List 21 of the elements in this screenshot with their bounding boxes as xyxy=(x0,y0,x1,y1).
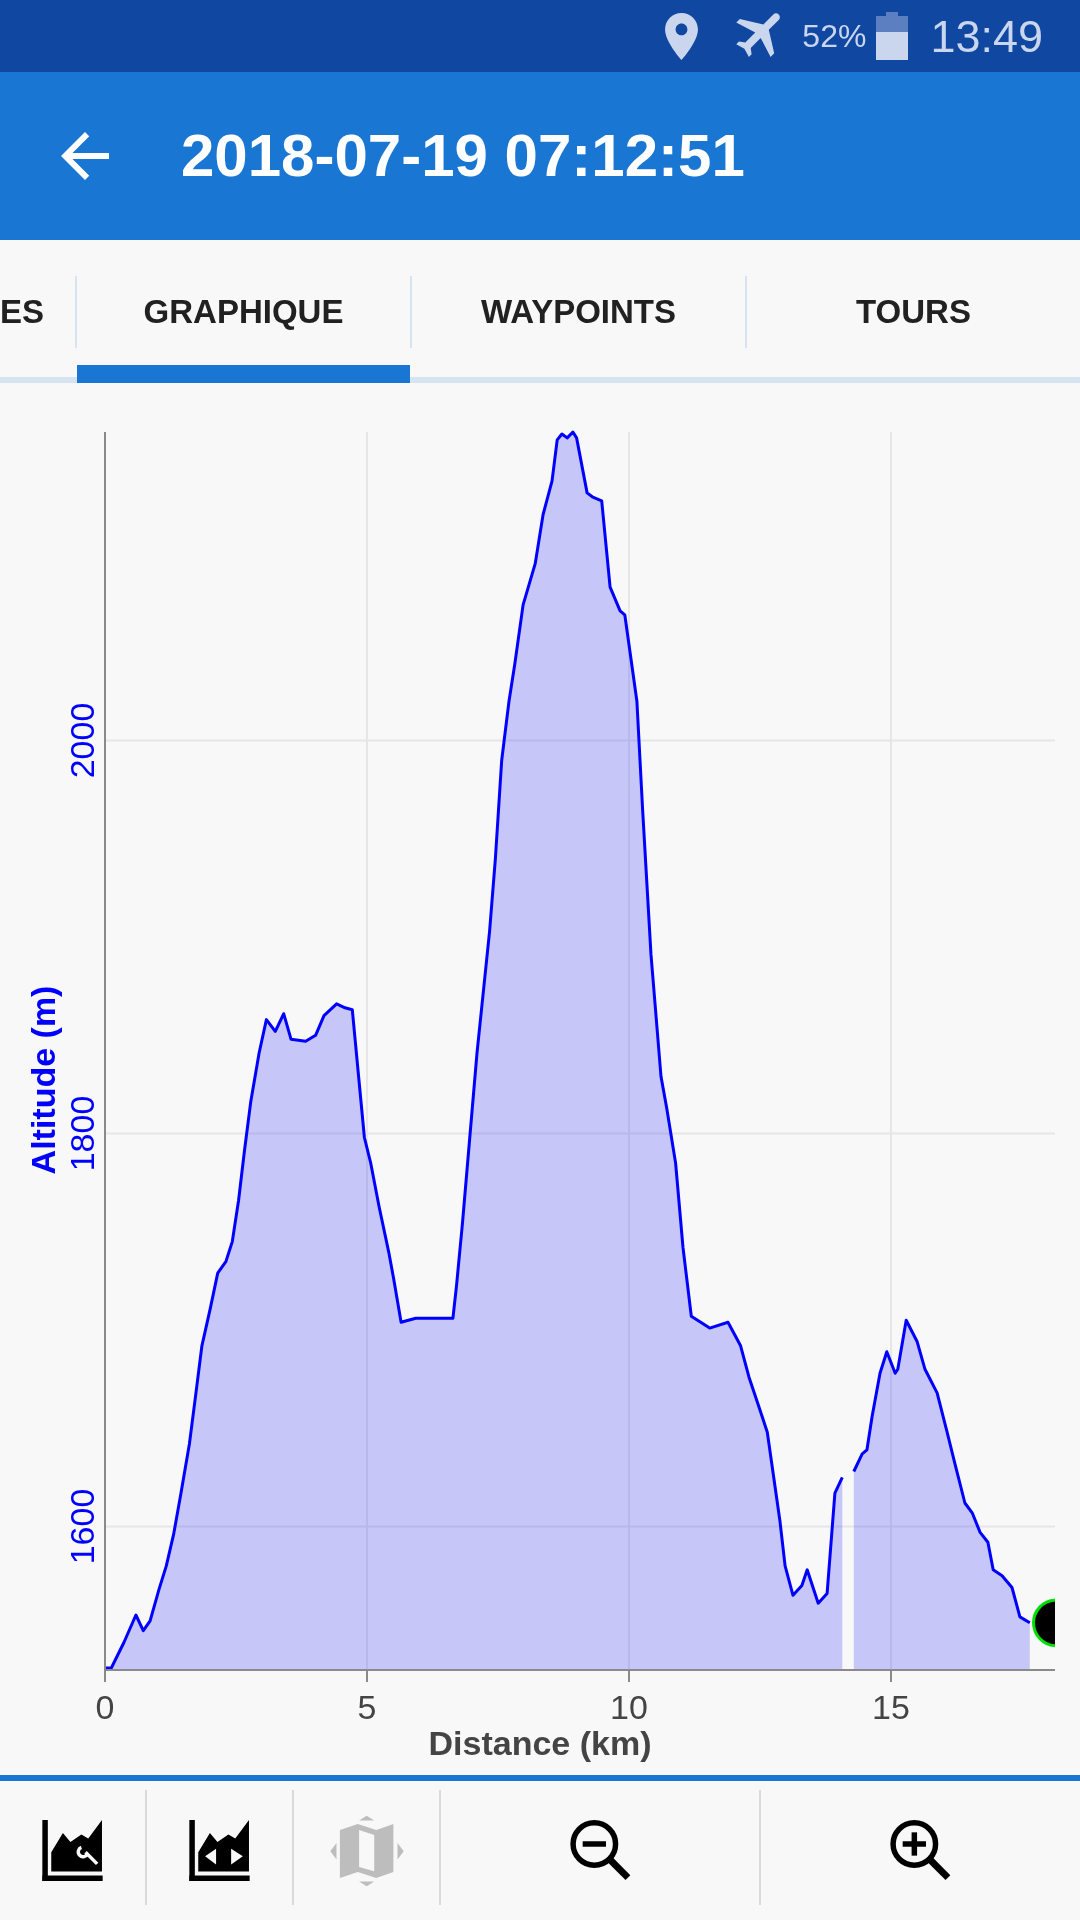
x-tick-label: 5 xyxy=(357,1688,377,1726)
y-tick-label: 1800 xyxy=(63,1095,102,1172)
tab[interactable]: ES xyxy=(0,240,75,383)
tab[interactable]: GRAPHIQUE xyxy=(77,240,410,383)
tab[interactable]: WAYPOINTS xyxy=(412,240,745,383)
y-axis-title: Altitude (m) xyxy=(24,985,62,1175)
screen-title: 2018-07-19 07:12:51 xyxy=(181,126,745,186)
back-arrow-icon xyxy=(61,132,109,180)
x-tick-label: 10 xyxy=(610,1688,648,1726)
battery-icon xyxy=(876,12,909,60)
location-pin-icon xyxy=(665,12,699,60)
airplane-icon xyxy=(736,13,783,59)
x-tick-label: 15 xyxy=(872,1688,910,1726)
tab[interactable]: TOURS xyxy=(747,240,1080,383)
x-axis-title: Distance (km) xyxy=(428,1724,652,1762)
clock-time: 13:49 xyxy=(930,13,1043,59)
y-tick-label: 1600 xyxy=(63,1488,102,1565)
x-tick-label: 0 xyxy=(95,1688,115,1726)
battery-percent: 52% xyxy=(802,20,867,52)
position-marker-icon xyxy=(1032,1598,1056,1648)
y-tick-label: 2000 xyxy=(63,702,101,779)
